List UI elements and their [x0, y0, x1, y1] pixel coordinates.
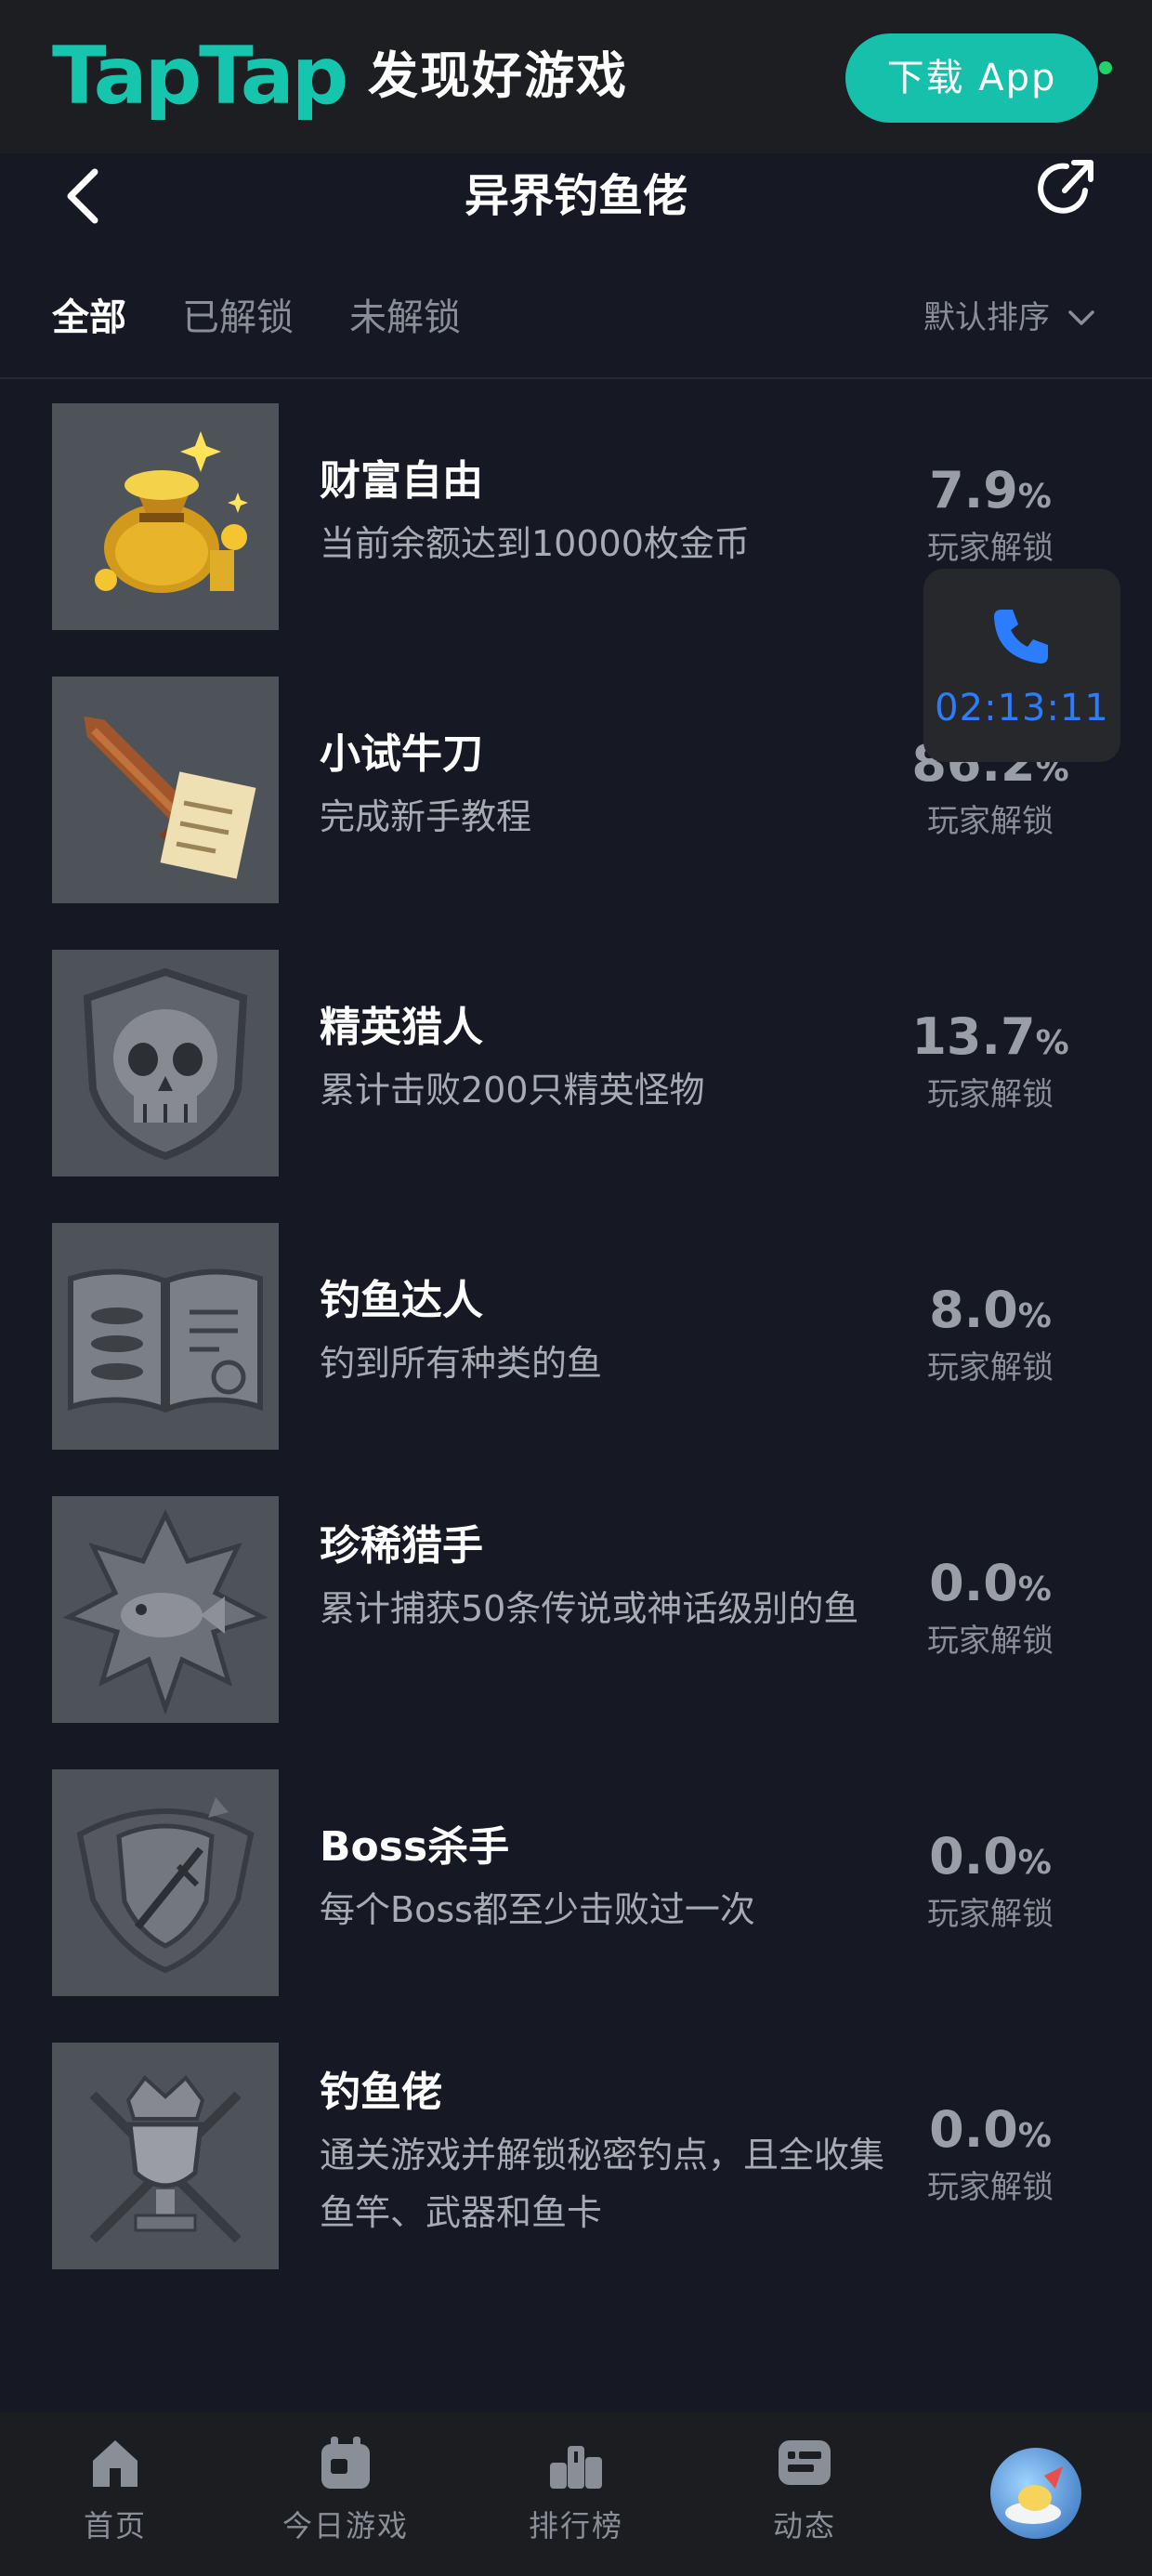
unlock-label: 玩家解锁: [927, 2169, 1054, 2206]
achievement-name: 钓鱼达人: [320, 1277, 483, 1324]
achievement-name: Boss杀手: [320, 1823, 510, 1871]
page-header: 异界钓鱼佬: [0, 153, 1152, 265]
nav-feed[interactable]: 动态: [712, 2433, 897, 2546]
skull-shield-icon: [52, 950, 279, 1176]
promo-bar: TapTap 发现好游戏 下载 App: [0, 0, 1152, 153]
achievement-name: 财富自由: [320, 457, 483, 505]
nav-home[interactable]: 首页: [22, 2433, 208, 2546]
achievement-desc: 完成新手教程: [320, 796, 532, 837]
unlock-percent: 13.7%: [911, 1007, 1069, 1066]
filter-tabs: 全部 已解锁 未解锁 默认排序: [0, 279, 1152, 379]
page-title: 异界钓鱼佬: [464, 170, 687, 222]
back-arrow-icon[interactable]: [58, 159, 113, 233]
achievement-desc: 钓到所有种类的鱼: [320, 1343, 603, 1384]
fish-book-icon: [52, 1223, 279, 1450]
avatar[interactable]: [990, 2448, 1081, 2539]
nav-ranking-label: 排行榜: [528, 2508, 623, 2543]
nav-home-label: 首页: [83, 2508, 147, 2543]
tab-locked[interactable]: 未解锁: [349, 292, 461, 344]
bottom-nav: 首页 今日游戏 排行榜 动态: [0, 2412, 1152, 2576]
sort-dropdown[interactable]: 默认排序: [923, 294, 1050, 342]
boss-shield-icon: [52, 1769, 279, 1996]
list-item[interactable]: 精英猎人 累计击败200只精英怪物 13.7% 玩家解锁: [0, 950, 1152, 1178]
tab-unlocked[interactable]: 已解锁: [182, 292, 294, 344]
status-dot: [1099, 61, 1112, 74]
unlock-label: 玩家解锁: [927, 1623, 1054, 1660]
unlock-label: 玩家解锁: [927, 530, 1054, 567]
unlock-percent: 8.0%: [929, 1281, 1052, 1339]
call-widget[interactable]: 02:13:11: [923, 569, 1120, 762]
taptap-logo[interactable]: TapTap: [52, 32, 348, 121]
chevron-down-icon[interactable]: [1067, 307, 1096, 329]
gold-bag-icon: [52, 403, 279, 630]
feed-icon: [779, 2440, 831, 2485]
promo-slogan: 发现好游戏: [368, 46, 628, 105]
achievement-desc: 累计捕获50条传说或神话级别的鱼: [320, 1588, 859, 1629]
nav-today-games[interactable]: 今日游戏: [253, 2433, 439, 2546]
tab-all[interactable]: 全部: [52, 292, 126, 344]
sword-scroll-icon: [52, 677, 279, 903]
list-item[interactable]: 钓鱼达人 钓到所有种类的鱼 8.0% 玩家解锁: [0, 1223, 1152, 1452]
ranking-icon: [550, 2446, 602, 2489]
achievement-desc: 累计击败200只精英怪物: [320, 1070, 705, 1111]
unlock-label: 玩家解锁: [927, 1349, 1054, 1387]
achievement-desc: 当前余额达到10000枚金币: [320, 523, 750, 564]
achievement-name: 钓鱼佬: [320, 2069, 442, 2116]
call-timer: 02:13:11: [935, 687, 1109, 729]
list-item[interactable]: 钓鱼佬 通关游戏并解锁秘密钓点，且全收集鱼竿、武器和鱼卡 0.0% 玩家解锁: [0, 2043, 1152, 2271]
unlock-percent: 7.9%: [929, 461, 1052, 519]
nav-today-games-label: 今日游戏: [281, 2508, 409, 2543]
share-icon[interactable]: [1031, 153, 1100, 222]
achievement-name: 精英猎人: [320, 1004, 483, 1051]
achievement-desc: 通关游戏并解锁秘密钓点，且全收集鱼竿、武器和鱼卡: [320, 2135, 885, 2233]
unlock-label: 玩家解锁: [927, 803, 1054, 840]
nav-feed-label: 动态: [772, 2508, 836, 2543]
achievement-name: 小试牛刀: [320, 730, 483, 778]
unlock-percent: 0.0%: [929, 1827, 1052, 1886]
home-icon: [93, 2440, 137, 2487]
unlock-percent: 0.0%: [929, 2100, 1052, 2159]
nav-ranking[interactable]: 排行榜: [483, 2433, 669, 2546]
phone-icon: [994, 610, 1048, 664]
list-item[interactable]: Boss杀手 每个Boss都至少击败过一次 0.0% 玩家解锁: [0, 1769, 1152, 1998]
unlock-percent: 0.0%: [929, 1554, 1052, 1612]
unlock-label: 玩家解锁: [927, 1896, 1054, 1933]
download-app-button[interactable]: 下载 App: [845, 33, 1098, 123]
calendar-icon: [321, 2437, 370, 2489]
list-item[interactable]: 珍稀猎手 累计捕获50条传说或神话级别的鱼 0.0% 玩家解锁: [0, 1496, 1152, 1725]
unlock-label: 玩家解锁: [927, 1076, 1054, 1113]
crown-trophy-icon: [52, 2043, 279, 2269]
achievement-desc: 每个Boss都至少击败过一次: [320, 1889, 755, 1930]
rare-fish-icon: [52, 1496, 279, 1723]
achievement-name: 珍稀猎手: [320, 1522, 483, 1570]
